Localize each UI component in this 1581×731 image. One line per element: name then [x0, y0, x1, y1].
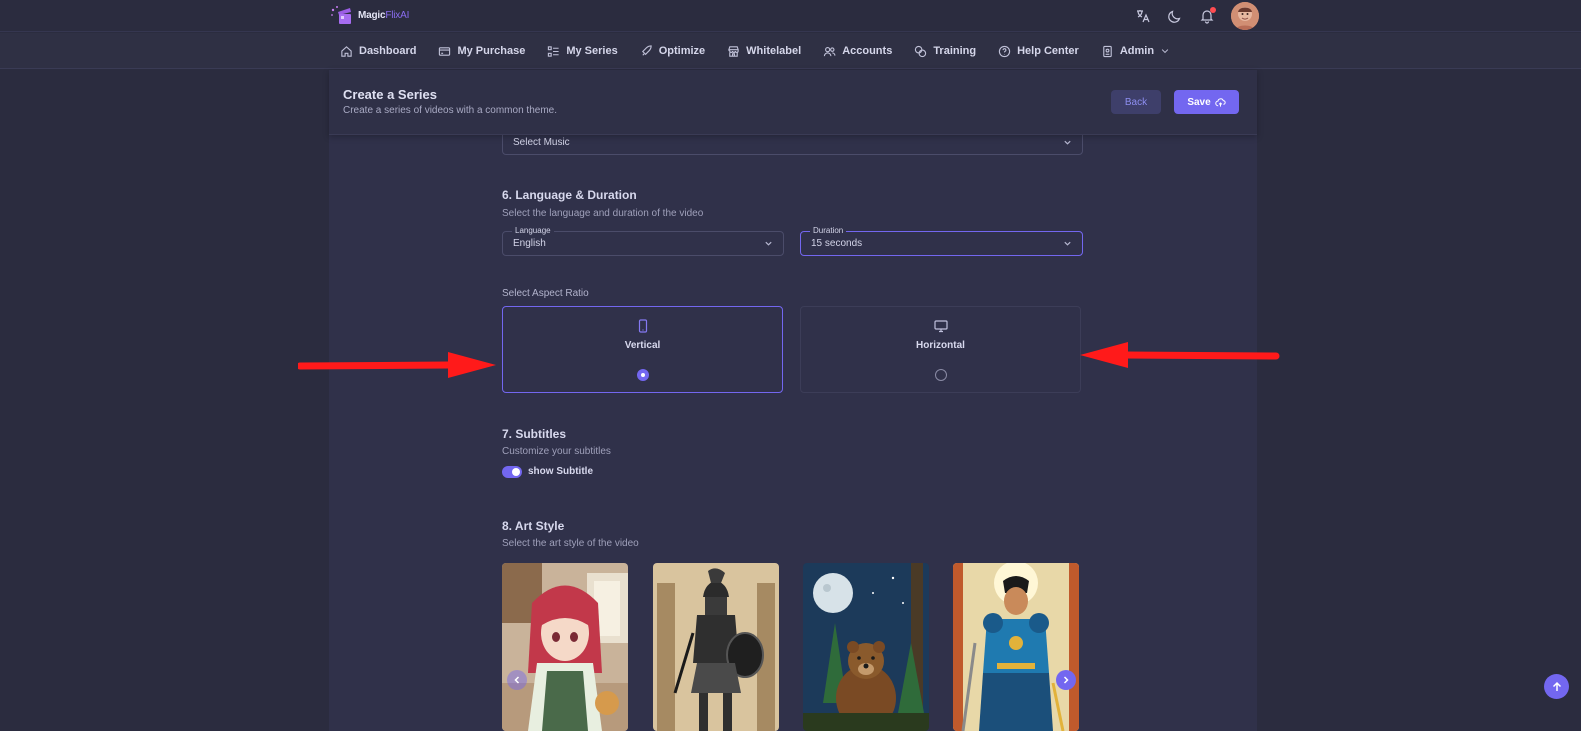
nav-admin[interactable]: Admin	[1101, 45, 1170, 58]
duration-select[interactable]: Duration 15 seconds	[800, 226, 1083, 256]
section-subtitle-language-duration: Select the language and duration of the …	[502, 208, 704, 219]
nav-accounts[interactable]: Accounts	[823, 45, 892, 58]
logo-icon	[331, 6, 351, 24]
top-bar: MagicFlixAI	[0, 0, 1581, 32]
nav-my-series[interactable]: My Series	[547, 45, 618, 58]
save-button[interactable]: Save	[1174, 90, 1239, 114]
nav-optimize[interactable]: Optimize	[640, 44, 705, 58]
section-title-art-style: 8. Art Style	[502, 519, 565, 533]
subtitle-toggle[interactable]	[502, 466, 522, 478]
anime-girl-image	[502, 563, 628, 731]
language-label: Language	[512, 226, 554, 236]
moon-icon[interactable]	[1167, 8, 1183, 24]
store-icon	[728, 45, 739, 57]
spartan-warrior-image	[653, 563, 779, 731]
smartphone-icon	[638, 319, 647, 333]
logo-text: MagicFlixAI	[358, 9, 410, 21]
list-icon	[548, 45, 559, 57]
upload-cloud-icon	[1214, 97, 1226, 107]
carousel-prev-button[interactable]	[507, 670, 527, 690]
duration-value: 15 seconds	[811, 238, 863, 249]
art-style-sketch[interactable]	[653, 563, 779, 731]
language-value: English	[513, 238, 546, 249]
aspect-option-label: Horizontal	[916, 340, 965, 351]
scroll-to-top-button[interactable]	[1544, 674, 1569, 699]
chevron-left-icon	[514, 676, 520, 684]
logo[interactable]: MagicFlixAI	[329, 4, 409, 26]
arrow-up-icon	[1552, 681, 1561, 691]
radio-horizontal[interactable]	[934, 369, 947, 381]
duration-label: Duration	[810, 226, 847, 236]
section-title-language-duration: 6. Language & Duration	[502, 188, 637, 202]
page-title: Create a Series	[343, 87, 437, 102]
users-icon	[824, 46, 836, 56]
page-subtitle: Create a series of videos with a common …	[343, 105, 557, 116]
annotation-arrow-left	[1080, 342, 1280, 368]
carousel-next-button[interactable]	[1056, 670, 1076, 690]
nav-dashboard[interactable]: Dashboard	[340, 45, 416, 58]
aspect-option-vertical[interactable]: Vertical	[502, 306, 783, 393]
page-header: Create a Series Create a series of video…	[329, 70, 1257, 135]
aspect-option-horizontal[interactable]: Horizontal	[800, 306, 1081, 393]
comic-hero-image	[953, 563, 1079, 731]
art-style-comic[interactable]	[953, 563, 1079, 731]
chevron-down-icon	[1064, 241, 1071, 246]
section-title-subtitles: 7. Subtitles	[502, 427, 567, 441]
art-style-painting[interactable]	[803, 563, 929, 731]
bell-icon[interactable]	[1199, 7, 1216, 24]
chevron-down-icon	[765, 241, 772, 246]
card-icon	[439, 46, 451, 56]
notification-dot	[1210, 7, 1216, 13]
chevron-down-icon	[1161, 49, 1169, 54]
form-panel	[329, 70, 1257, 731]
section-subtitle-subtitles: Customize your subtitles	[502, 446, 611, 457]
badge-icon	[1103, 45, 1112, 57]
copy-icon	[915, 45, 927, 57]
avatar[interactable]	[1231, 2, 1259, 30]
translate-icon[interactable]	[1135, 8, 1151, 24]
back-button[interactable]: Back	[1111, 90, 1161, 114]
monitor-icon	[933, 320, 948, 333]
nav-whitelabel[interactable]: Whitelabel	[727, 45, 801, 58]
art-style-anime[interactable]	[502, 563, 628, 731]
nav-help-center[interactable]: Help Center	[998, 45, 1079, 58]
chevron-right-icon	[1063, 676, 1069, 684]
main-nav: Dashboard My Purchase My Series Optimize…	[0, 33, 1581, 69]
radio-vertical[interactable]	[636, 369, 649, 381]
rocket-icon	[641, 44, 652, 56]
language-select[interactable]: Language English	[502, 226, 784, 256]
home-icon	[341, 45, 352, 57]
subtitle-toggle-label: show Subtitle	[528, 466, 593, 477]
chevron-down-icon	[1064, 140, 1071, 145]
bear-night-image	[803, 563, 929, 731]
aspect-option-label: Vertical	[624, 340, 661, 351]
nav-training[interactable]: Training	[914, 45, 976, 58]
annotation-arrow-right	[298, 352, 496, 378]
help-icon	[998, 45, 1011, 57]
aspect-ratio-label: Select Aspect Ratio	[502, 288, 589, 299]
section-subtitle-art-style: Select the art style of the video	[502, 538, 639, 549]
nav-my-purchase[interactable]: My Purchase	[438, 45, 525, 58]
